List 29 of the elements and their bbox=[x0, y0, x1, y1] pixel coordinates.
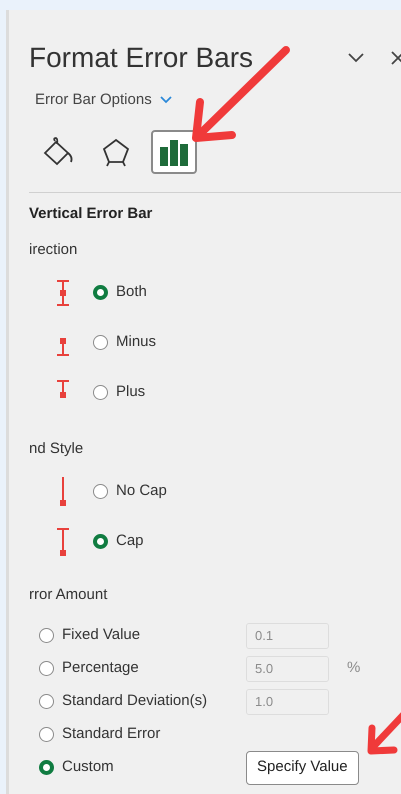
option-label[interactable]: Both bbox=[116, 281, 147, 304]
paint-bucket-icon bbox=[41, 136, 75, 166]
group-heading: rror Amount bbox=[29, 585, 108, 605]
option-label[interactable]: Custom bbox=[62, 756, 246, 779]
option-label[interactable]: Cap bbox=[116, 530, 144, 552]
chevron-down-icon[interactable] bbox=[347, 52, 365, 64]
radio-button[interactable] bbox=[93, 285, 108, 300]
radio-button[interactable] bbox=[93, 534, 108, 548]
specify-value-button[interactable]: Specify Value bbox=[246, 750, 359, 784]
unit-label: % bbox=[347, 658, 360, 678]
option-label[interactable]: No Cap bbox=[116, 480, 167, 502]
chevron-down-icon bbox=[160, 96, 172, 104]
group-heading: nd Style bbox=[29, 438, 84, 458]
radio-button[interactable] bbox=[93, 385, 108, 400]
pentagon-icon bbox=[101, 136, 131, 166]
options-dropdown[interactable]: Error Bar Options bbox=[35, 89, 172, 112]
option-label[interactable]: Minus bbox=[116, 331, 156, 354]
radio-button[interactable] bbox=[93, 335, 108, 350]
radio-button[interactable] bbox=[39, 727, 54, 742]
annotation-arrow bbox=[366, 712, 401, 756]
pane-title: Format Error Bars bbox=[29, 41, 254, 75]
section-title: Vertical Error Bar bbox=[29, 204, 154, 224]
option-label[interactable]: Plus bbox=[116, 381, 146, 404]
group-heading: irection bbox=[29, 240, 78, 260]
close-icon[interactable] bbox=[391, 50, 401, 64]
radio-button[interactable] bbox=[39, 760, 54, 775]
format-tab[interactable] bbox=[151, 130, 197, 174]
radio-button[interactable] bbox=[93, 484, 108, 498]
option-label[interactable]: Standard Error bbox=[62, 723, 246, 746]
